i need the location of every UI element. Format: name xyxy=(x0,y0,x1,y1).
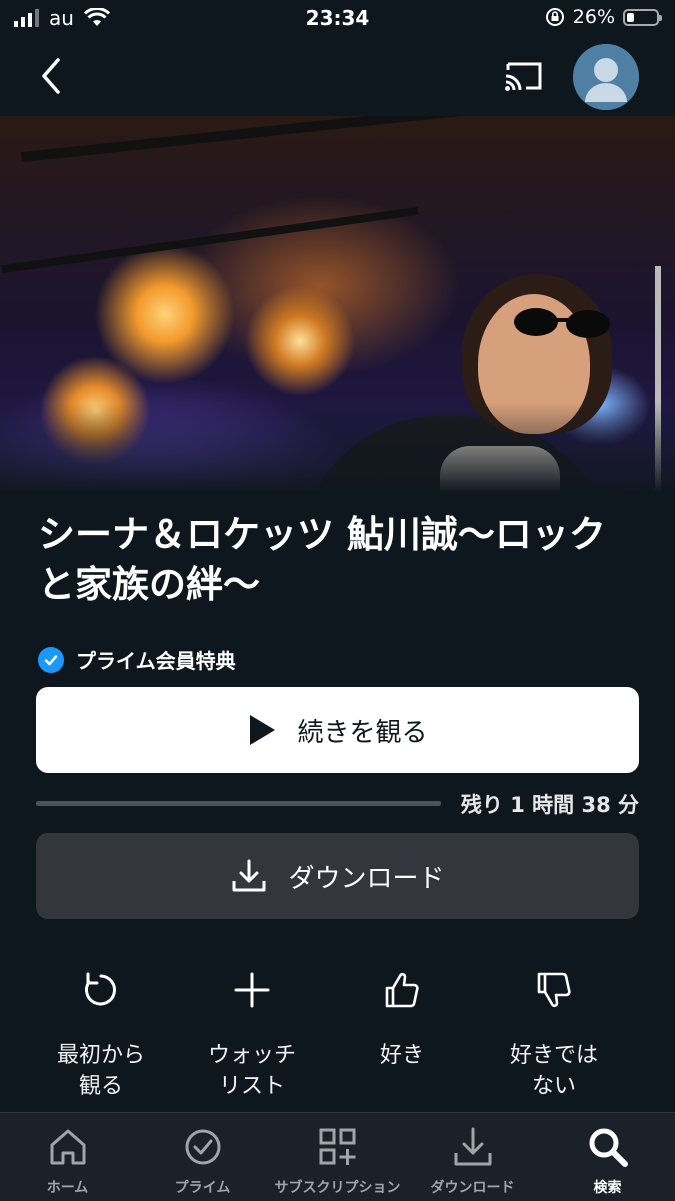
hero-fade xyxy=(0,402,675,492)
tab-prime-label: プライム xyxy=(174,1180,231,1196)
search-icon xyxy=(589,1128,628,1167)
orientation-lock-icon xyxy=(545,8,564,26)
tab-downloads-label: ダウンロード xyxy=(430,1180,515,1196)
dislike-button[interactable]: 好きでは ない xyxy=(479,960,629,1102)
status-right: 26% xyxy=(545,6,662,28)
download-label: ダウンロード xyxy=(288,863,445,894)
thumbs-up-icon xyxy=(385,972,419,1008)
action-row: 最初から 観る ウォッチ リスト 好き 好きでは ない xyxy=(0,960,675,1110)
watch-progress: 残り 1 時間 38 分 xyxy=(36,786,639,820)
like-label: 好き xyxy=(379,1043,424,1068)
tab-home[interactable]: ホーム xyxy=(0,1125,135,1197)
progress-track xyxy=(36,801,441,806)
battery-percent: 26% xyxy=(572,6,615,28)
tab-downloads[interactable]: ダウンロード xyxy=(405,1125,540,1197)
download-icon xyxy=(232,859,266,892)
cast-icon xyxy=(505,62,542,91)
chevron-left-icon xyxy=(42,58,60,94)
restart-icon xyxy=(85,972,116,1006)
user-avatar-icon xyxy=(573,44,639,110)
status-bar: au 23:34 26% xyxy=(0,0,675,38)
tab-search[interactable]: 検索 xyxy=(540,1125,675,1197)
prime-check-icon xyxy=(185,1129,220,1165)
thumbs-down-icon xyxy=(537,972,571,1008)
resume-label: 続きを観る xyxy=(297,717,428,748)
watchlist-label: ウォッチ リスト xyxy=(207,1043,296,1099)
user-avatar[interactable] xyxy=(573,44,639,110)
battery-icon xyxy=(623,8,662,26)
page-title: シーナ＆ロケッツ 鮎川誠〜ロックと家族の絆〜 xyxy=(38,513,606,606)
tab-subscriptions[interactable]: サブスクリプション xyxy=(270,1125,405,1197)
download-button[interactable]: ダウンロード xyxy=(36,833,639,919)
watchlist-button[interactable]: ウォッチ リスト xyxy=(177,960,327,1102)
prime-badge: プライム会員特典 xyxy=(38,645,236,674)
subscriptions-icon xyxy=(319,1128,355,1165)
tab-subscriptions-label: サブスクリプション xyxy=(274,1180,401,1196)
check-circle-icon xyxy=(38,646,64,673)
lighting-rig xyxy=(20,116,520,163)
tab-home-label: ホーム xyxy=(46,1180,89,1196)
sunglasses xyxy=(514,308,610,338)
restart-label: 最初から 観る xyxy=(56,1043,145,1099)
resume-button[interactable]: 続きを観る xyxy=(36,687,639,773)
like-button[interactable]: 好き xyxy=(327,960,477,1071)
bottom-tab-bar: ホーム プライム サブスクリプション ダウンロード 検索 xyxy=(0,1112,675,1201)
tab-prime[interactable]: プライム xyxy=(135,1125,270,1197)
battery-fill xyxy=(627,12,635,22)
prime-label: プライム会員特典 xyxy=(76,649,236,673)
home-icon xyxy=(50,1129,85,1165)
plus-icon xyxy=(234,972,270,1008)
lighting-rig xyxy=(1,206,419,274)
cast-button[interactable] xyxy=(502,56,546,96)
tab-search-label: 検索 xyxy=(593,1180,622,1196)
remaining-time: 残り 1 時間 38 分 xyxy=(460,793,639,817)
top-nav xyxy=(0,38,675,116)
restart-button[interactable]: 最初から 観る xyxy=(26,960,176,1102)
back-button[interactable] xyxy=(34,56,68,96)
hero-image xyxy=(0,116,675,492)
play-icon xyxy=(250,715,276,745)
download-icon xyxy=(454,1127,491,1166)
dislike-label: 好きでは ない xyxy=(509,1043,598,1099)
